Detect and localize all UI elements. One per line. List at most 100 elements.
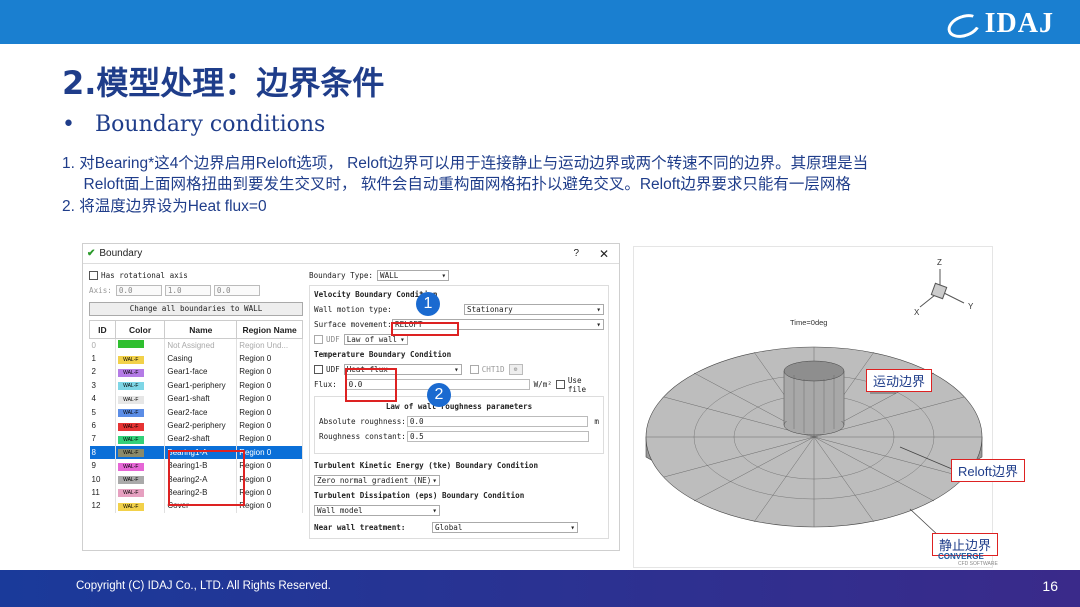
settings-scroll-area: Velocity Boundary Condition Wall motion … bbox=[309, 285, 609, 539]
page-number: 16 bbox=[1042, 578, 1058, 594]
abs-roughness-label: Absolute roughness: bbox=[319, 417, 406, 426]
bearing-rows-highlight bbox=[168, 450, 245, 506]
color-swatch: WAL-F bbox=[117, 355, 144, 364]
cht1d-checkbox[interactable] bbox=[469, 365, 479, 374]
axis-y-input[interactable]: 1.0 bbox=[164, 285, 211, 296]
udf-checkbox[interactable] bbox=[314, 335, 323, 344]
table-row[interactable]: 1 WAL-F Casing Region 0 bbox=[89, 351, 303, 366]
eps-select[interactable]: Wall model ▾ bbox=[314, 505, 440, 516]
row-name: Gear2-shaft bbox=[164, 432, 238, 446]
abs-roughness-row: Absolute roughness: 0.0 m bbox=[319, 414, 599, 429]
mesh-3d-view[interactable]: Z X Y Time=0deg bbox=[633, 246, 993, 568]
row-region: Region 0 bbox=[236, 365, 303, 379]
roughness-constant-label: Roughness constant: bbox=[319, 432, 406, 441]
row-id: 6 bbox=[89, 418, 116, 433]
bullet-text: Boundary conditions bbox=[94, 112, 326, 137]
table-row[interactable]: 4 WAL-F Gear1-shaft Region 0 bbox=[89, 392, 303, 406]
table-row[interactable]: 6 WAL-F Gear2-periphery Region 0 bbox=[89, 418, 303, 433]
row-color: WAL-F bbox=[115, 405, 166, 419]
mesh-render: Z X Y Time=0deg bbox=[645, 258, 983, 538]
table-row[interactable]: 7 WAL-F Gear2-shaft Region 0 bbox=[89, 432, 303, 446]
eps-header: Turbulent Dissipation (eps) Boundary Con… bbox=[314, 491, 525, 500]
roughness-group: Law of wall roughness parameters Absolut… bbox=[314, 396, 604, 454]
temp-udf-checkbox[interactable] bbox=[314, 365, 323, 374]
col-id[interactable]: ID bbox=[89, 320, 116, 339]
tke-header: Turbulent Kinetic Energy (tke) Boundary … bbox=[314, 461, 539, 470]
axis-z-label: Z bbox=[937, 258, 942, 267]
row-region: Region Und... bbox=[236, 338, 303, 352]
tke-select[interactable]: Zero normal gradient (NE) ▾ bbox=[314, 475, 440, 486]
temp-udf-label: UDF bbox=[326, 365, 340, 374]
axis-x-label: X bbox=[914, 308, 920, 317]
row-id: 5 bbox=[89, 405, 116, 419]
wall-motion-select[interactable]: Stationary ▾ bbox=[464, 304, 604, 315]
row-region: Region 0 bbox=[236, 351, 303, 366]
color-swatch: WAL-F bbox=[117, 382, 144, 391]
row-region: Region 0 bbox=[236, 432, 303, 446]
wall-motion-value: Stationary bbox=[467, 305, 513, 314]
table-row[interactable]: 2 WAL-F Gear1-face Region 0 bbox=[89, 365, 303, 379]
color-swatch: WAL-F bbox=[117, 502, 144, 511]
row-color: WAL-F bbox=[115, 365, 166, 379]
reloft-boundary-label: Reloft边界 bbox=[951, 459, 1025, 482]
row-id: 0 bbox=[89, 338, 116, 352]
flux-label: Flux: bbox=[314, 380, 337, 389]
row-color: WAL-F bbox=[115, 418, 166, 433]
cht1d-settings-icon[interactable]: ⚙ bbox=[508, 364, 523, 375]
row-id: 12 bbox=[89, 499, 116, 513]
surface-movement-row: Surface movement: RELOFT ▾ bbox=[314, 317, 604, 332]
row-id: 11 bbox=[89, 485, 116, 500]
reloft-highlight bbox=[391, 322, 459, 336]
chevron-down-icon: ▾ bbox=[400, 335, 405, 344]
color-swatch: WAL-F bbox=[117, 368, 144, 377]
table-row[interactable]: 5 WAL-F Gear2-face Region 0 bbox=[89, 405, 303, 419]
row-id: 3 bbox=[89, 378, 116, 393]
wall-motion-label: Wall motion type: bbox=[314, 305, 392, 314]
col-name[interactable]: Name bbox=[164, 320, 238, 339]
has-rotational-axis-label: Has rotational axis bbox=[101, 271, 188, 280]
udf-label: UDF bbox=[326, 335, 340, 344]
boundary-type-label: Boundary Type: bbox=[309, 271, 374, 280]
note-line-2: Reloft面上面网格扭曲到要发生交叉时， 软件会自动重构面网格拓扑以避免交叉。… bbox=[62, 176, 851, 193]
row-id: 10 bbox=[89, 472, 116, 486]
row-region: Region 0 bbox=[236, 378, 303, 393]
help-button[interactable]: ? bbox=[573, 248, 579, 259]
row-color: WAL-F bbox=[115, 472, 166, 486]
boundary-type-select[interactable]: WALL ▾ bbox=[377, 270, 450, 281]
roughness-constant-input[interactable]: 0.5 bbox=[407, 431, 589, 442]
tke-row: Zero normal gradient (NE) ▾ bbox=[314, 473, 604, 488]
boundary-type-row: Boundary Type: WALL ▾ bbox=[309, 268, 615, 283]
cht1d-label: CHT1D bbox=[481, 365, 505, 374]
chevron-down-icon: ▾ bbox=[570, 523, 575, 532]
color-swatch: WAL-F bbox=[117, 449, 144, 458]
row-name: Gear1-shaft bbox=[164, 392, 238, 406]
table-row[interactable]: 0 Not Assigned Region Und... bbox=[89, 338, 303, 352]
row-region: Region 0 bbox=[236, 445, 303, 460]
near-wall-select[interactable]: Global ▾ bbox=[432, 522, 578, 533]
axis-z-input[interactable]: 0.0 bbox=[213, 285, 260, 296]
law-of-wall-value: Law of wall bbox=[346, 335, 398, 344]
table-row[interactable]: 3 WAL-F Gear1-periphery Region 0 bbox=[89, 378, 303, 393]
top-bar: IDAJ bbox=[0, 0, 1080, 44]
col-region-name[interactable]: Region Name bbox=[236, 320, 303, 339]
roughness-constant-row: Roughness constant: 0.5 bbox=[319, 429, 599, 444]
close-button[interactable]: ✕ bbox=[599, 247, 609, 261]
row-region: Region 0 bbox=[236, 418, 303, 433]
axis-row: Axis: 0.0 1.0 0.0 bbox=[89, 283, 303, 298]
row-region: Region 0 bbox=[236, 472, 303, 486]
col-color[interactable]: Color bbox=[114, 320, 166, 339]
has-rotational-axis-checkbox[interactable] bbox=[89, 271, 98, 280]
change-all-boundaries-button[interactable]: Change all boundaries to WALL bbox=[89, 302, 303, 316]
boundary-settings-panel: Boundary Type: WALL ▾ Velocity Boundary C… bbox=[309, 268, 615, 539]
abs-roughness-input[interactable]: 0.0 bbox=[406, 416, 589, 427]
slide-title: 2.模型处理：边界条件 bbox=[62, 64, 385, 102]
note-line-3: 2. 将温度边界设为Heat flux=0 bbox=[62, 198, 267, 215]
boundary-dialog: ✔ Boundary ? ✕ Has rotational axis Axis:… bbox=[82, 243, 620, 551]
row-name: Not Assigned bbox=[164, 338, 238, 352]
wall-motion-row: Wall motion type: Stationary ▾ bbox=[314, 302, 604, 317]
axis-x-input[interactable]: 0.0 bbox=[115, 285, 162, 296]
eps-value: Wall model bbox=[317, 506, 363, 515]
use-file-checkbox[interactable] bbox=[555, 380, 565, 389]
row-name: Gear1-face bbox=[164, 365, 238, 379]
converge-logo: CONVERGE bbox=[938, 552, 984, 561]
